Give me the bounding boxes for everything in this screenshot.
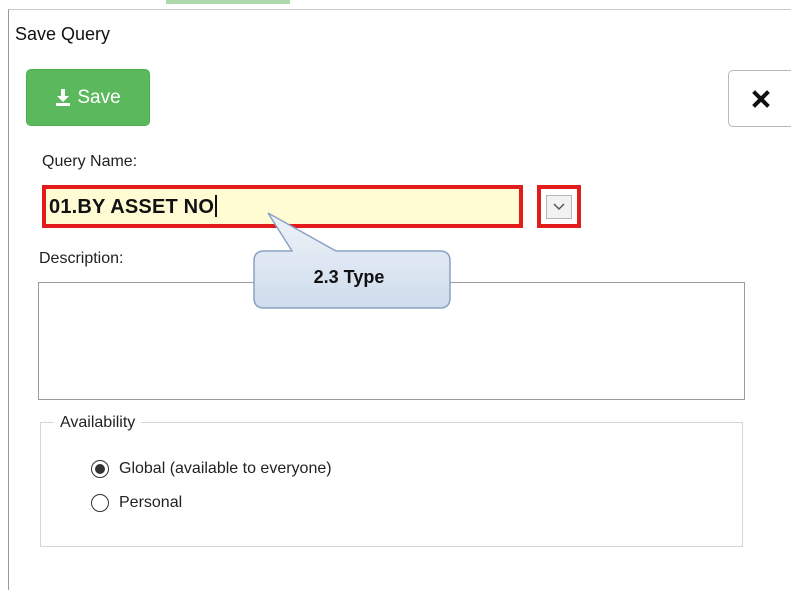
radio-personal-label: Personal <box>119 494 183 511</box>
download-icon <box>56 89 71 106</box>
description-label: Description: <box>39 250 124 267</box>
background-fragment <box>166 0 290 4</box>
description-textarea[interactable] <box>38 282 745 400</box>
text-caret <box>215 195 218 217</box>
query-name-value: 01.BY ASSET NO <box>49 196 215 218</box>
radio-selected-dot <box>95 464 105 474</box>
availability-group <box>40 422 743 547</box>
query-name-dropdown-button[interactable] <box>537 185 581 228</box>
radio-personal[interactable]: Personal <box>91 494 182 512</box>
query-name-label: Query Name: <box>42 153 138 170</box>
query-name-input[interactable]: 01.BY ASSET NO <box>42 185 523 228</box>
close-icon <box>752 89 770 108</box>
dialog-title: Save Query <box>15 24 111 44</box>
save-button[interactable]: Save <box>26 69 150 126</box>
close-button[interactable] <box>728 70 791 127</box>
radio-global[interactable]: Global (available to everyone) <box>91 460 332 478</box>
save-button-label: Save <box>77 86 121 108</box>
background-app-strip <box>0 0 791 9</box>
radio-global-indicator[interactable] <box>91 460 109 478</box>
save-query-dialog: Save Query Save Query Name: 01.BY ASSET … <box>8 9 791 590</box>
availability-legend: Availability <box>54 414 142 432</box>
dropdown-inner <box>546 194 572 219</box>
chevron-down-icon <box>553 202 565 210</box>
radio-global-label: Global (available to everyone) <box>119 460 332 477</box>
radio-personal-indicator[interactable] <box>91 494 109 512</box>
